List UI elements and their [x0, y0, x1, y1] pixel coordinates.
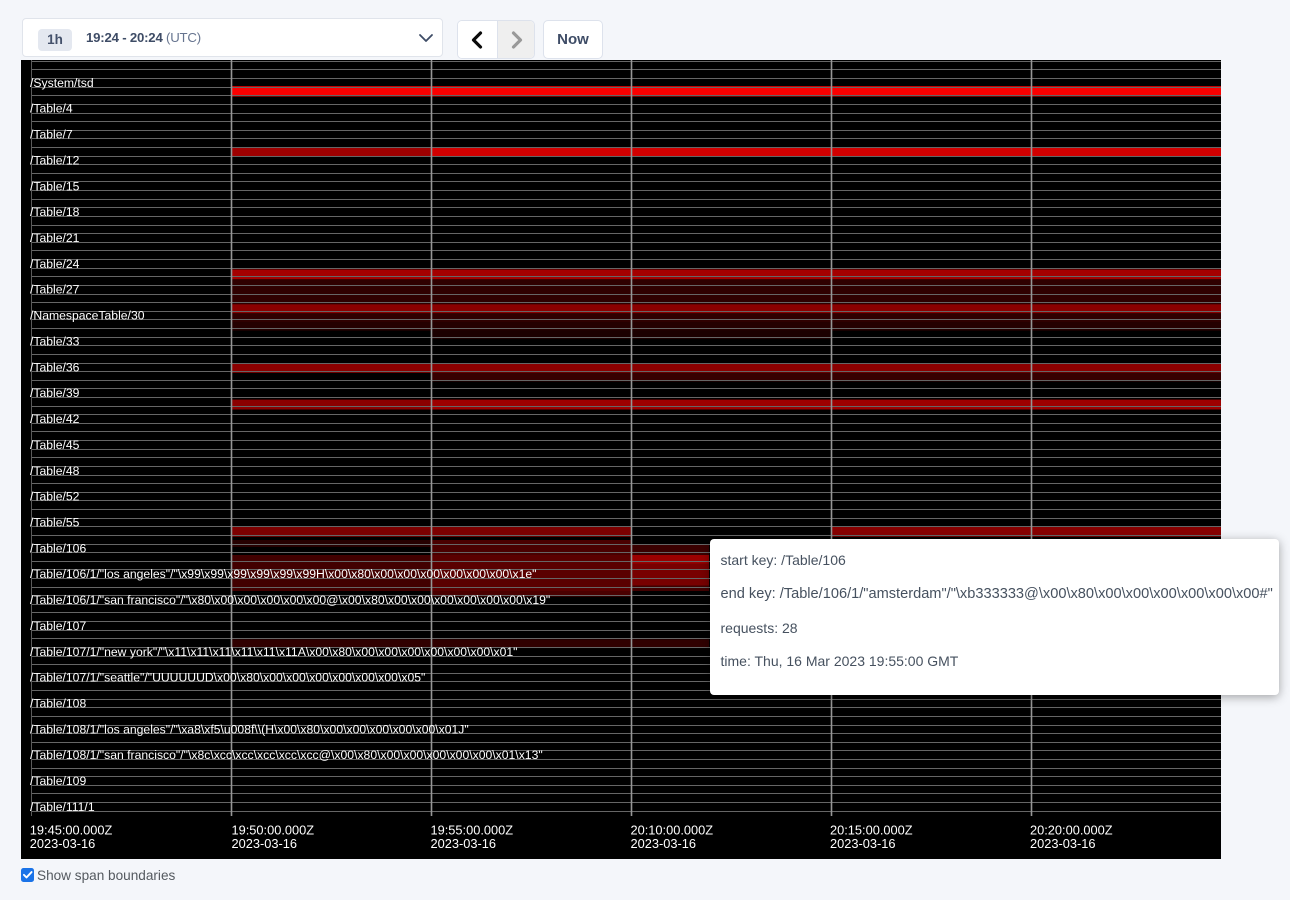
svg-text:/Table/18: /Table/18: [30, 205, 80, 219]
svg-text:2023-03-16: 2023-03-16: [631, 836, 696, 851]
svg-text:/Table/108/1/"san francisco"/": /Table/108/1/"san francisco"/"\x8c\xcc\x…: [30, 748, 543, 762]
svg-text:/Table/107/1/"seattle"/"UUUUUU: /Table/107/1/"seattle"/"UUUUUUD\x00\x80\…: [30, 671, 425, 685]
svg-text:/Table/108/1/"los angeles"/"\x: /Table/108/1/"los angeles"/"\xa8\xf5\u00…: [30, 722, 469, 736]
svg-text:/Table/12: /Table/12: [30, 153, 80, 167]
svg-text:/System/tsd: /System/tsd: [30, 76, 94, 90]
svg-text:2023-03-16: 2023-03-16: [830, 836, 895, 851]
svg-text:/Table/45: /Table/45: [30, 438, 80, 452]
svg-text:/Table/107: /Table/107: [30, 619, 86, 633]
svg-text:/Table/7: /Table/7: [30, 128, 73, 142]
svg-text:/Table/36: /Table/36: [30, 360, 80, 374]
svg-text:/Table/111/1: /Table/111/1: [30, 800, 95, 814]
svg-text:2023-03-16: 2023-03-16: [431, 836, 496, 851]
svg-text:/Table/107/1/"new york"/"\x11\: /Table/107/1/"new york"/"\x11\x11\x11\x1…: [30, 645, 518, 659]
svg-text:/Table/15: /Table/15: [30, 179, 80, 193]
svg-text:/Table/106: /Table/106: [30, 541, 86, 555]
svg-text:/Table/4: /Table/4: [30, 102, 73, 116]
svg-text:/Table/108: /Table/108: [30, 697, 86, 711]
svg-text:/Table/42: /Table/42: [30, 412, 80, 426]
svg-text:/Table/24: /Table/24: [30, 257, 80, 271]
svg-text:/Table/52: /Table/52: [30, 490, 80, 504]
svg-text:/Table/106/1/"los angeles"/"\x: /Table/106/1/"los angeles"/"\x99\x99\x99…: [30, 567, 536, 581]
svg-text:2023-03-16: 2023-03-16: [30, 836, 95, 851]
svg-text:/Table/109: /Table/109: [30, 774, 86, 788]
svg-text:/Table/33: /Table/33: [30, 335, 80, 349]
svg-text:/Table/27: /Table/27: [30, 283, 80, 297]
svg-text:2023-03-16: 2023-03-16: [1030, 836, 1095, 851]
svg-text:/Table/21: /Table/21: [30, 231, 80, 245]
svg-text:/Table/39: /Table/39: [30, 386, 80, 400]
svg-text:/Table/106/1/"san francisco"/": /Table/106/1/"san francisco"/"\x80\x00\x…: [30, 593, 550, 607]
svg-text:2023-03-16: 2023-03-16: [232, 836, 297, 851]
svg-text:/Table/48: /Table/48: [30, 464, 80, 478]
svg-text:/NamespaceTable/30: /NamespaceTable/30: [30, 309, 145, 323]
svg-text:/Table/55: /Table/55: [30, 516, 80, 530]
